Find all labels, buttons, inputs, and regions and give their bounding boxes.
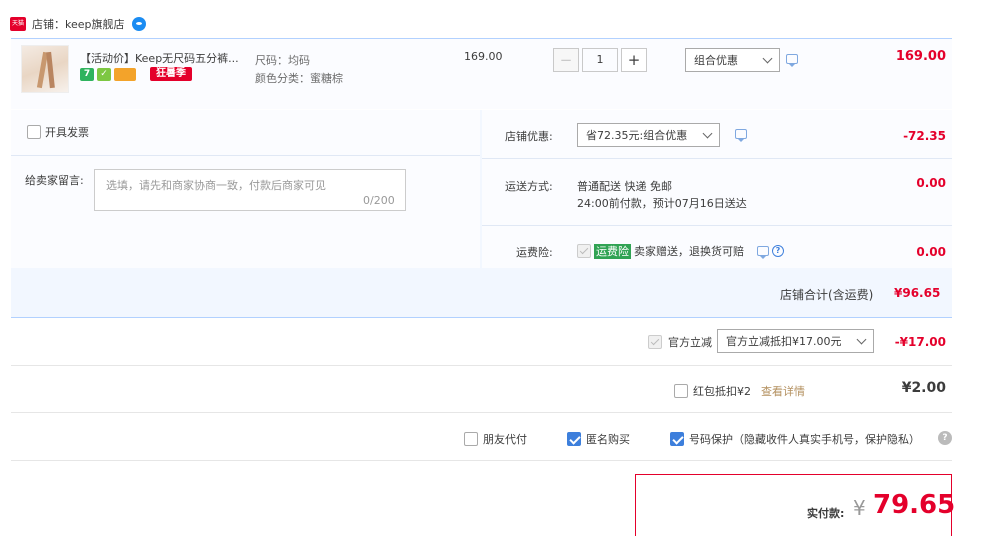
shipping-label: 运送方式: <box>505 180 553 193</box>
tmall-badge-icon: 天猫 <box>10 17 26 31</box>
guarantee-icon: ✓ <box>97 67 111 81</box>
shop-total-label: 店铺合计(含运费) <box>780 288 874 302</box>
shipping-method: 普通配送 快递 免邮 <box>577 180 672 193</box>
help-icon[interactable]: ? <box>938 431 952 445</box>
promo-tag: 狂暑季 <box>150 67 192 81</box>
quantity-input[interactable]: 1 <box>582 48 618 72</box>
shop-total-value: ¥96.65 <box>894 286 941 300</box>
quantity-plus-button[interactable]: + <box>621 48 647 72</box>
friend-pay-label: 朋友代付 <box>483 433 527 446</box>
payment-currency: ¥ <box>853 496 866 520</box>
phone-protect-label: 号码保护（隐藏收件人真实手机号，保护隐私） <box>689 433 920 446</box>
freight-insurance-option: 运费险 卖家赠送，退换货可赔 ? <box>577 243 784 259</box>
unit-price: 169.00 <box>464 50 503 63</box>
comment-icon[interactable] <box>786 54 798 67</box>
help-icon[interactable]: ? <box>772 245 784 257</box>
shop-discount-amount: -72.35 <box>903 129 946 143</box>
item-total: 169.00 <box>895 49 946 64</box>
message-label: 给卖家留言: <box>25 174 84 187</box>
message-placeholder: 选填，请先和商家协商一致，付款后商家可见 <box>106 179 326 192</box>
official-discount-checkbox <box>648 335 662 349</box>
product-title[interactable]: 【活动价】Keep无尺码五分裤... <box>80 50 239 66</box>
shipping-amount: 0.00 <box>916 176 946 190</box>
product-tags: 7 ✓ 狂暑季 <box>80 67 192 81</box>
red-packet-label: 红包抵扣¥2 <box>693 385 751 398</box>
anonymous-option[interactable]: 匿名购买 <box>567 431 630 447</box>
shipping-eta: 24:00前付款，预计07月16日送达 <box>577 197 747 210</box>
item-promo-select-value: 组合优惠 <box>694 54 738 67</box>
shop-name[interactable]: 店铺：keep旗舰店 <box>32 16 125 32</box>
freight-insurance-amount: 0.00 <box>916 245 946 259</box>
shop-header: 天猫 店铺：keep旗舰店 <box>10 14 146 34</box>
shop-discount-select-value: 省72.35元:组合优惠 <box>586 129 688 142</box>
shop-discount-label: 店铺优惠: <box>505 130 553 143</box>
message-char-count: 0/200 <box>363 194 395 207</box>
quantity-minus-button[interactable]: − <box>553 48 579 72</box>
official-discount-label: 官方立减 <box>668 336 712 349</box>
official-discount-select-value: 官方立减抵扣¥17.00元 <box>726 335 842 348</box>
payment-label: 实付款: <box>807 507 845 520</box>
comment-icon[interactable] <box>757 246 769 259</box>
freight-insurance-desc: 卖家赠送，退换货可赔 <box>634 245 744 258</box>
sku-size: 尺码：均码 <box>255 54 310 67</box>
freight-insurance-label: 运费险: <box>516 246 553 259</box>
invoice-checkbox[interactable] <box>27 125 41 139</box>
anonymous-label: 匿名购买 <box>586 433 630 446</box>
shop-discount-select[interactable]: 省72.35元:组合优惠 <box>577 123 720 147</box>
divider <box>11 155 480 156</box>
chevron-down-icon <box>856 334 867 344</box>
chevron-down-icon <box>762 53 773 63</box>
official-discount-amount: -¥17.00 <box>894 335 946 349</box>
friend-pay-option[interactable]: 朋友代付 <box>464 431 527 447</box>
divider <box>482 158 952 159</box>
official-discount-option: 官方立减 <box>648 334 712 350</box>
comment-icon[interactable] <box>735 129 747 142</box>
red-packet-checkbox[interactable] <box>674 384 688 398</box>
anonymous-checkbox[interactable] <box>567 432 581 446</box>
divider <box>11 460 952 461</box>
wangwang-chat-icon[interactable] <box>131 17 146 31</box>
friend-pay-checkbox[interactable] <box>464 432 478 446</box>
quantity-stepper: − 1 + <box>553 48 647 72</box>
seven-day-return-icon: 7 <box>80 67 94 81</box>
red-packet-amount: ¥2.00 <box>901 380 946 396</box>
divider <box>11 412 952 413</box>
phone-protect-checkbox[interactable] <box>670 432 684 446</box>
product-thumbnail[interactable] <box>21 45 69 93</box>
red-packet-option[interactable]: 红包抵扣¥2 查看详情 <box>674 383 805 399</box>
phone-protect-option[interactable]: 号码保护（隐藏收件人真实手机号，保护隐私） <box>670 431 920 447</box>
invoice-option[interactable]: 开具发票 <box>27 124 89 140</box>
payment-amount: 79.65 <box>873 490 956 520</box>
red-packet-details-link[interactable]: 查看详情 <box>761 383 805 399</box>
divider <box>482 225 952 226</box>
freight-insurance-tag: 运费险 <box>594 243 631 259</box>
invoice-label: 开具发票 <box>45 126 89 139</box>
freight-insurance-checkbox <box>577 244 591 258</box>
sku-color: 颜色分类：蜜糖棕 <box>255 72 343 85</box>
official-discount-select[interactable]: 官方立减抵扣¥17.00元 <box>717 329 874 353</box>
chevron-down-icon <box>702 128 713 138</box>
divider <box>11 365 952 366</box>
item-promo-select[interactable]: 组合优惠 <box>685 48 780 72</box>
credit-card-icon <box>114 67 136 81</box>
